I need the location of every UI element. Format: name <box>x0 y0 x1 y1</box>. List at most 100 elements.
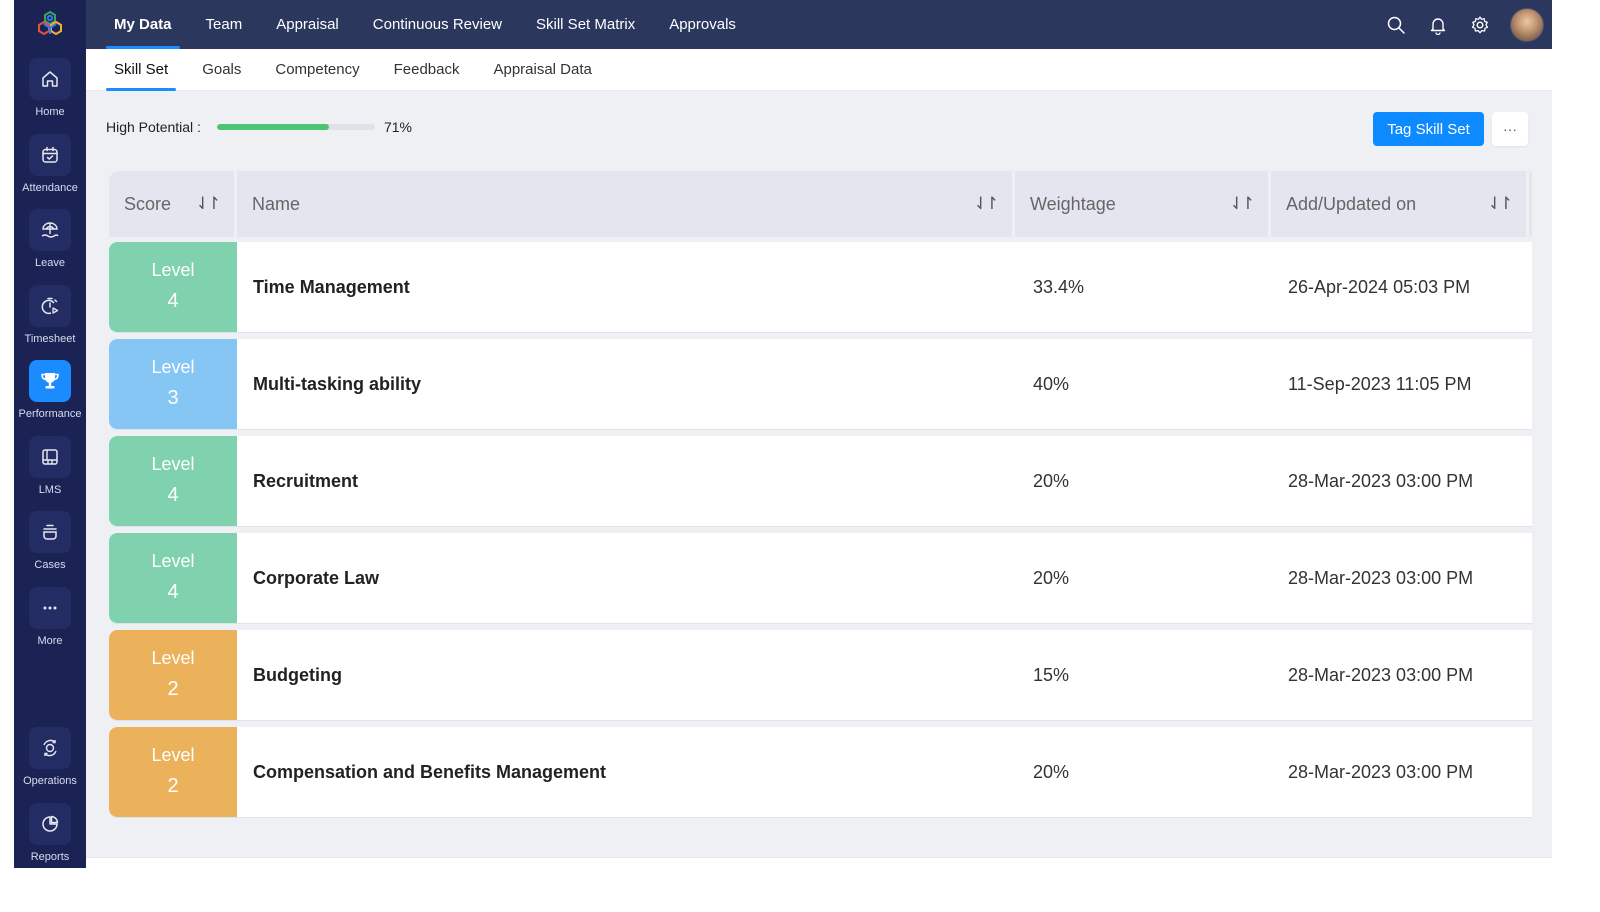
level-number: 2 <box>167 775 179 797</box>
skill-updated-on: 28-Mar-2023 03:00 PM <box>1288 470 1474 491</box>
tab-approvals[interactable]: Approvals <box>652 0 753 49</box>
column-label: Add/Updated on <box>1286 193 1417 214</box>
sidebar-item-label: Leave <box>35 257 65 269</box>
top-navigation: My Data Team Appraisal Continuous Review… <box>86 0 1552 49</box>
skill-name: Time Management <box>253 276 410 297</box>
more-dots-icon <box>29 586 71 629</box>
subtab-competency[interactable]: Competency <box>258 49 376 91</box>
column-header-weightage[interactable]: Weightage ⇃↾ <box>1015 171 1271 237</box>
level-number: 4 <box>167 581 179 603</box>
sidebar-item-label: LMS <box>38 483 62 496</box>
sidebar-item-label: More <box>37 634 63 647</box>
table-row[interactable]: Level 2 Budgeting 15% 28-Mar-2023 03:00 … <box>109 630 1532 720</box>
tab-team[interactable]: Team <box>189 0 260 49</box>
gear-icon[interactable] <box>1468 13 1492 37</box>
search-icon[interactable] <box>1384 13 1408 37</box>
sidebar-item-home[interactable]: Home <box>14 48 86 124</box>
subtab-skill-set[interactable]: Skill Set <box>97 49 185 91</box>
level-number: 4 <box>167 290 179 312</box>
level-word: Level <box>151 551 195 571</box>
table-row[interactable]: Level 4 Recruitment 20% 28-Mar-2023 03:0… <box>109 436 1532 526</box>
table-row[interactable]: Level 4 Corporate Law 20% 28-Mar-2023 03… <box>109 533 1532 623</box>
score-badge: Level 2 <box>109 727 237 817</box>
top-actions <box>1384 7 1552 42</box>
tab-skill-set-matrix[interactable]: Skill Set Matrix <box>519 0 652 49</box>
tag-skill-set-button[interactable]: Tag Skill Set <box>1373 112 1484 146</box>
tab-continuous-review[interactable]: Continuous Review <box>356 0 519 49</box>
lms-icon <box>29 435 71 478</box>
home-icon <box>29 58 71 100</box>
level-word: Level <box>151 357 195 377</box>
skill-updated-on: 11-Sep-2023 11:05 PM <box>1288 373 1472 394</box>
sort-icon[interactable]: ⇃↾ <box>1488 194 1513 214</box>
column-label: Name <box>252 193 301 214</box>
sidebar-item-label: Timesheet <box>24 332 76 345</box>
main-content: High Potential : 71% Tag Skill Set ··· S… <box>86 91 1552 857</box>
zoho-people-logo-icon <box>38 10 62 36</box>
level-word: Level <box>151 454 195 474</box>
high-potential-value: 71% <box>383 119 412 135</box>
subtab-feedback[interactable]: Feedback <box>377 49 477 91</box>
column-header-updated-on[interactable]: Add/Updated on ⇃↾ <box>1271 171 1529 237</box>
sidebar-item-performance[interactable]: Performance <box>14 350 86 426</box>
level-word: Level <box>151 648 195 668</box>
calendar-check-icon <box>29 133 71 176</box>
level-word: Level <box>151 260 195 280</box>
skill-updated-on: 28-Mar-2023 03:00 PM <box>1288 567 1474 588</box>
table-header: Score ⇃↾ Name ⇃↾ Weightage ⇃↾ Add/Update… <box>109 171 1532 237</box>
skill-name: Corporate Law <box>253 567 380 588</box>
tab-my-data[interactable]: My Data <box>97 0 189 49</box>
score-badge: Level 4 <box>109 436 237 526</box>
bell-icon[interactable] <box>1426 13 1450 37</box>
tab-appraisal[interactable]: Appraisal <box>259 0 356 49</box>
table-row[interactable]: Level 3 Multi-tasking ability 40% 11-Sep… <box>109 339 1532 429</box>
progress-fill <box>216 124 330 130</box>
trophy-icon <box>29 360 71 402</box>
sidebar-item-operations[interactable]: Operations <box>14 717 86 793</box>
skill-weightage: 40% <box>1033 373 1070 394</box>
subtab-appraisal-data[interactable]: Appraisal Data <box>476 49 608 91</box>
level-number: 2 <box>167 678 179 700</box>
beach-umbrella-icon <box>29 209 71 251</box>
sidebar-item-leave[interactable]: Leave <box>14 199 86 275</box>
column-header-name[interactable]: Name ⇃↾ <box>237 171 1015 237</box>
sort-icon[interactable]: ⇃↾ <box>974 194 999 214</box>
skill-name: Budgeting <box>253 664 342 685</box>
sort-icon[interactable]: ⇃↾ <box>196 194 221 214</box>
sidebar-item-label: Cases <box>34 559 66 571</box>
table-body: Level 4 Time Management 33.4% 26-Apr-202… <box>109 242 1532 817</box>
sidebar-item-attendance[interactable]: Attendance <box>14 124 86 200</box>
column-label: Weightage <box>1030 193 1116 214</box>
sidebar-item-more[interactable]: More <box>14 577 86 653</box>
high-potential-progress <box>216 124 375 130</box>
high-potential-indicator: High Potential : 71% <box>106 119 412 135</box>
sort-icon[interactable]: ⇃↾ <box>1230 194 1255 214</box>
sidebar-item-reports[interactable]: Reports <box>14 793 86 869</box>
table-row[interactable]: Level 4 Time Management 33.4% 26-Apr-202… <box>109 242 1532 332</box>
user-avatar[interactable] <box>1510 7 1544 42</box>
level-number: 4 <box>167 484 179 506</box>
skill-weightage: 20% <box>1033 567 1070 588</box>
sidebar-item-lms[interactable]: LMS <box>14 426 86 502</box>
pie-chart-icon <box>29 802 71 845</box>
skill-updated-on: 26-Apr-2024 05:03 PM <box>1288 276 1471 297</box>
subtab-goals[interactable]: Goals <box>185 49 258 91</box>
skill-weightage: 33.4% <box>1033 276 1085 297</box>
footer-strip <box>86 857 1552 869</box>
skill-name: Multi-tasking ability <box>253 373 422 394</box>
level-number: 3 <box>167 387 179 409</box>
sidebar: Home Attendance Leave Timesheet Performa… <box>14 0 86 868</box>
level-word: Level <box>151 745 195 765</box>
sidebar-item-label: Operations <box>23 775 77 787</box>
operations-gear-icon <box>29 727 71 769</box>
more-options-button[interactable]: ··· <box>1492 112 1528 146</box>
sidebar-item-timesheet[interactable]: Timesheet <box>14 275 86 351</box>
app-logo[interactable] <box>14 0 86 48</box>
sidebar-item-label: Reports <box>30 850 70 863</box>
column-header-score[interactable]: Score ⇃↾ <box>109 171 237 237</box>
skill-weightage: 15% <box>1033 664 1070 685</box>
skill-weightage: 20% <box>1033 470 1070 491</box>
sidebar-item-cases[interactable]: Cases <box>14 501 86 577</box>
table-row[interactable]: Level 2 Compensation and Benefits Manage… <box>109 727 1532 817</box>
score-badge: Level 2 <box>109 630 237 720</box>
